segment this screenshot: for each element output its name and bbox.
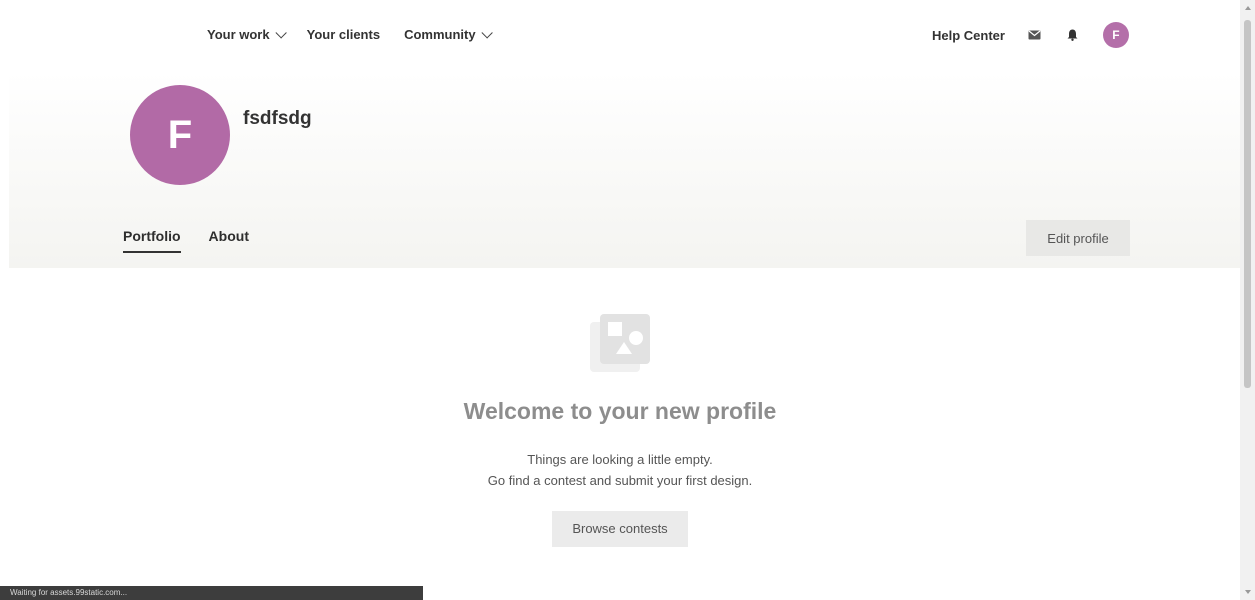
empty-state-title: Welcome to your new profile bbox=[463, 398, 777, 424]
chevron-down-icon bbox=[275, 26, 287, 39]
image-gallery-icon bbox=[586, 310, 654, 378]
browse-contests-button[interactable]: Browse contests bbox=[552, 511, 688, 547]
top-navigation: Your work Your clients Community Help Ce… bbox=[0, 0, 1240, 72]
scroll-up-icon[interactable] bbox=[1245, 6, 1251, 10]
nav-your-work[interactable]: Your work bbox=[207, 26, 287, 42]
nav-your-clients-label: Your clients bbox=[306, 27, 381, 42]
edit-profile-button[interactable]: Edit profile bbox=[1026, 220, 1130, 256]
browser-status-bar: Waiting for assets.99static.com... bbox=[0, 586, 423, 600]
scrollbar-thumb[interactable] bbox=[1244, 20, 1251, 388]
primary-nav: Your work Your clients Community bbox=[207, 26, 493, 42]
profile-avatar: F bbox=[130, 85, 230, 185]
empty-state-line-1: Things are looking a little empty. bbox=[527, 452, 713, 467]
page-scrollbar[interactable] bbox=[1240, 0, 1255, 600]
nav-community-label: Community bbox=[404, 27, 476, 42]
profile-username: fsdfsdg bbox=[243, 108, 312, 129]
scroll-down-icon[interactable] bbox=[1245, 590, 1251, 594]
profile-header: F fsdfsdg Portfolio About Edit profile bbox=[9, 72, 1240, 268]
tab-portfolio[interactable]: Portfolio bbox=[123, 228, 181, 253]
chevron-down-icon bbox=[481, 26, 493, 39]
tab-about[interactable]: About bbox=[209, 228, 249, 253]
user-avatar[interactable]: F bbox=[1102, 22, 1129, 48]
mail-icon[interactable] bbox=[1027, 27, 1043, 43]
profile-tabs: Portfolio About bbox=[123, 228, 249, 253]
empty-state: Welcome to your new profile Things are l… bbox=[0, 310, 1240, 547]
secondary-nav: Help Center F bbox=[932, 22, 1129, 48]
nav-community[interactable]: Community bbox=[404, 26, 493, 42]
empty-state-line-2: Go find a contest and submit your first … bbox=[487, 473, 753, 488]
nav-your-clients[interactable]: Your clients bbox=[307, 27, 380, 42]
empty-state-message: Things are looking a little empty. Go fi… bbox=[0, 449, 1240, 491]
bell-icon[interactable] bbox=[1065, 27, 1081, 43]
help-center-link[interactable]: Help Center bbox=[932, 28, 1005, 43]
nav-your-work-label: Your work bbox=[207, 27, 270, 42]
